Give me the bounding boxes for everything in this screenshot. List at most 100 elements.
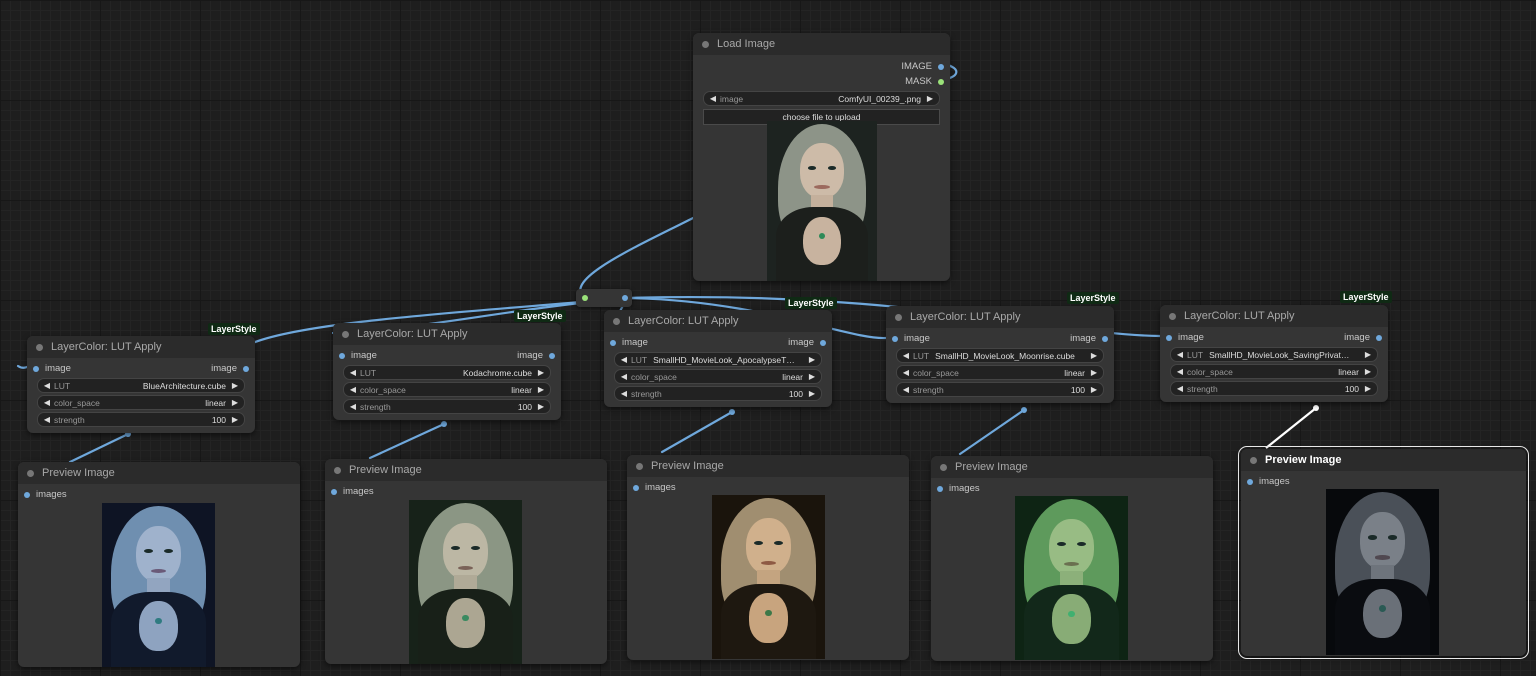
collapse-dot-icon[interactable] — [702, 40, 709, 48]
color-space-combo-widget[interactable]: ◀ color_space linear ▶ — [1170, 364, 1378, 379]
io-slot-row[interactable]: image image — [886, 331, 1114, 346]
collapse-dot-icon[interactable] — [613, 317, 620, 325]
node-title-bar[interactable]: Preview Image — [325, 459, 607, 481]
node-title-bar[interactable]: Preview Image — [627, 455, 909, 477]
reroute-node[interactable] — [576, 289, 632, 307]
collapse-dot-icon[interactable] — [27, 469, 34, 477]
arrow-right-icon[interactable]: ▶ — [230, 415, 240, 424]
collapse-dot-icon[interactable] — [1169, 312, 1176, 320]
arrow-left-icon[interactable]: ◀ — [348, 385, 358, 394]
lut-combo-widget[interactable]: ◀ LUT SmallHD_MovieLook_Moonrise.cube ▶ — [896, 348, 1104, 363]
arrow-left-icon[interactable]: ◀ — [1175, 350, 1185, 359]
arrow-right-icon[interactable]: ▶ — [925, 94, 935, 103]
collapse-dot-icon[interactable] — [940, 463, 947, 471]
arrow-left-icon[interactable]: ◀ — [901, 385, 911, 394]
arrow-left-icon[interactable]: ◀ — [348, 402, 358, 411]
input-dot-icon[interactable] — [24, 491, 30, 498]
arrow-left-icon[interactable]: ◀ — [1175, 384, 1185, 393]
arrow-left-icon[interactable]: ◀ — [42, 398, 52, 407]
node-title-bar[interactable]: LayerColor: LUT Apply — [27, 336, 255, 358]
arrow-left-icon[interactable]: ◀ — [708, 94, 718, 103]
arrow-right-icon[interactable]: ▶ — [1089, 351, 1099, 360]
lut-apply-node-2[interactable]: LayerColor: LUT Apply image image ◀ LUT Ko… — [333, 323, 561, 420]
load-image-node[interactable]: Load Image IMAGE MASK ◀ image ComfyUI_00… — [693, 33, 950, 281]
arrow-left-icon[interactable]: ◀ — [348, 368, 358, 377]
output-dot-icon[interactable] — [1102, 335, 1108, 342]
color-space-combo-widget[interactable]: ◀ color_space linear ▶ — [896, 365, 1104, 380]
output-dot-icon[interactable] — [938, 78, 944, 85]
arrow-left-icon[interactable]: ◀ — [42, 381, 52, 390]
input-dot-icon[interactable] — [339, 352, 345, 359]
arrow-right-icon[interactable]: ▶ — [1363, 350, 1373, 359]
node-title-bar[interactable]: LayerColor: LUT Apply — [1160, 305, 1388, 327]
preview-image-node-1[interactable]: Preview Image images — [18, 462, 300, 667]
arrow-right-icon[interactable]: ▶ — [536, 402, 546, 411]
arrow-right-icon[interactable]: ▶ — [536, 368, 546, 377]
input-dot-icon[interactable] — [892, 335, 898, 342]
strength-number-widget[interactable]: ◀ strength 100 ▶ — [37, 412, 245, 427]
io-slot-row[interactable]: image image — [27, 361, 255, 376]
output-slot-image[interactable]: IMAGE — [693, 59, 950, 74]
arrow-left-icon[interactable]: ◀ — [619, 355, 629, 364]
preview-image-node-5[interactable]: Preview Image images — [1238, 446, 1529, 659]
collapse-dot-icon[interactable] — [334, 466, 341, 474]
collapse-dot-icon[interactable] — [895, 313, 902, 321]
lut-combo-widget[interactable]: ◀ LUT SmallHD_MovieLook_ApocalypseT… ▶ — [614, 352, 822, 367]
input-dot-icon[interactable] — [331, 488, 337, 495]
output-slot-mask[interactable]: MASK — [693, 74, 950, 89]
arrow-right-icon[interactable]: ▶ — [536, 385, 546, 394]
arrow-left-icon[interactable]: ◀ — [42, 415, 52, 424]
arrow-left-icon[interactable]: ◀ — [901, 368, 911, 377]
lut-combo-widget[interactable]: ◀ LUT BlueArchitecture.cube ▶ — [37, 378, 245, 393]
strength-number-widget[interactable]: ◀ strength 100 ▶ — [343, 399, 551, 414]
input-dot-icon[interactable] — [1247, 478, 1253, 485]
arrow-right-icon[interactable]: ▶ — [1363, 384, 1373, 393]
input-dot-icon[interactable] — [33, 365, 39, 372]
arrow-right-icon[interactable]: ▶ — [230, 398, 240, 407]
color-space-combo-widget[interactable]: ◀ color_space linear ▶ — [37, 395, 245, 410]
io-slot-row[interactable]: image image — [604, 335, 832, 350]
output-dot-icon[interactable] — [243, 365, 249, 372]
lut-combo-widget[interactable]: ◀ LUT SmallHD_MovieLook_SavingPrivat… ▶ — [1170, 347, 1378, 362]
strength-number-widget[interactable]: ◀ strength 100 ▶ — [1170, 381, 1378, 396]
input-dot-icon[interactable] — [633, 484, 639, 491]
image-combo-widget[interactable]: ◀ image ComfyUI_00239_.png ▶ — [703, 91, 940, 106]
arrow-left-icon[interactable]: ◀ — [1175, 367, 1185, 376]
preview-image-node-4[interactable]: Preview Image images — [931, 456, 1213, 661]
node-title-bar[interactable]: LayerColor: LUT Apply — [604, 310, 832, 332]
collapse-dot-icon[interactable] — [36, 343, 43, 351]
arrow-right-icon[interactable]: ▶ — [807, 372, 817, 381]
strength-number-widget[interactable]: ◀ strength 100 ▶ — [896, 382, 1104, 397]
arrow-right-icon[interactable]: ▶ — [1089, 368, 1099, 377]
node-title-bar[interactable]: LayerColor: LUT Apply — [886, 306, 1114, 328]
lut-apply-node-5[interactable]: LayerColor: LUT Apply image image ◀ LUT Sm… — [1160, 305, 1388, 402]
arrow-left-icon[interactable]: ◀ — [619, 389, 629, 398]
color-space-combo-widget[interactable]: ◀ color_space linear ▶ — [614, 369, 822, 384]
node-title-bar[interactable]: Load Image — [693, 33, 950, 55]
input-dot-icon[interactable] — [610, 339, 616, 346]
reroute-output-dot-icon[interactable] — [622, 295, 628, 301]
input-slot-images[interactable]: images — [627, 480, 909, 495]
output-dot-icon[interactable] — [1376, 334, 1382, 341]
preview-image-node-3[interactable]: Preview Image images — [627, 455, 909, 660]
node-title-bar[interactable]: Preview Image — [931, 456, 1213, 478]
input-dot-icon[interactable] — [937, 485, 943, 492]
arrow-right-icon[interactable]: ▶ — [1363, 367, 1373, 376]
lut-combo-widget[interactable]: ◀ LUT Kodachrome.cube ▶ — [343, 365, 551, 380]
lut-apply-node-3[interactable]: LayerColor: LUT Apply image image ◀ LUT Sm… — [604, 310, 832, 407]
collapse-dot-icon[interactable] — [1250, 456, 1257, 464]
arrow-left-icon[interactable]: ◀ — [619, 372, 629, 381]
strength-number-widget[interactable]: ◀ strength 100 ▶ — [614, 386, 822, 401]
arrow-right-icon[interactable]: ▶ — [807, 355, 817, 364]
node-title-bar[interactable]: Preview Image — [1241, 449, 1526, 471]
output-dot-icon[interactable] — [820, 339, 826, 346]
input-slot-images[interactable]: images — [325, 484, 607, 499]
node-title-bar[interactable]: LayerColor: LUT Apply — [333, 323, 561, 345]
lut-apply-node-1[interactable]: LayerColor: LUT Apply image image ◀ LUT Bl… — [27, 336, 255, 433]
io-slot-row[interactable]: image image — [333, 348, 561, 363]
color-space-combo-widget[interactable]: ◀ color_space linear ▶ — [343, 382, 551, 397]
arrow-right-icon[interactable]: ▶ — [230, 381, 240, 390]
arrow-left-icon[interactable]: ◀ — [901, 351, 911, 360]
lut-apply-node-4[interactable]: LayerColor: LUT Apply image image ◀ LUT Sm… — [886, 306, 1114, 403]
output-dot-icon[interactable] — [549, 352, 555, 359]
